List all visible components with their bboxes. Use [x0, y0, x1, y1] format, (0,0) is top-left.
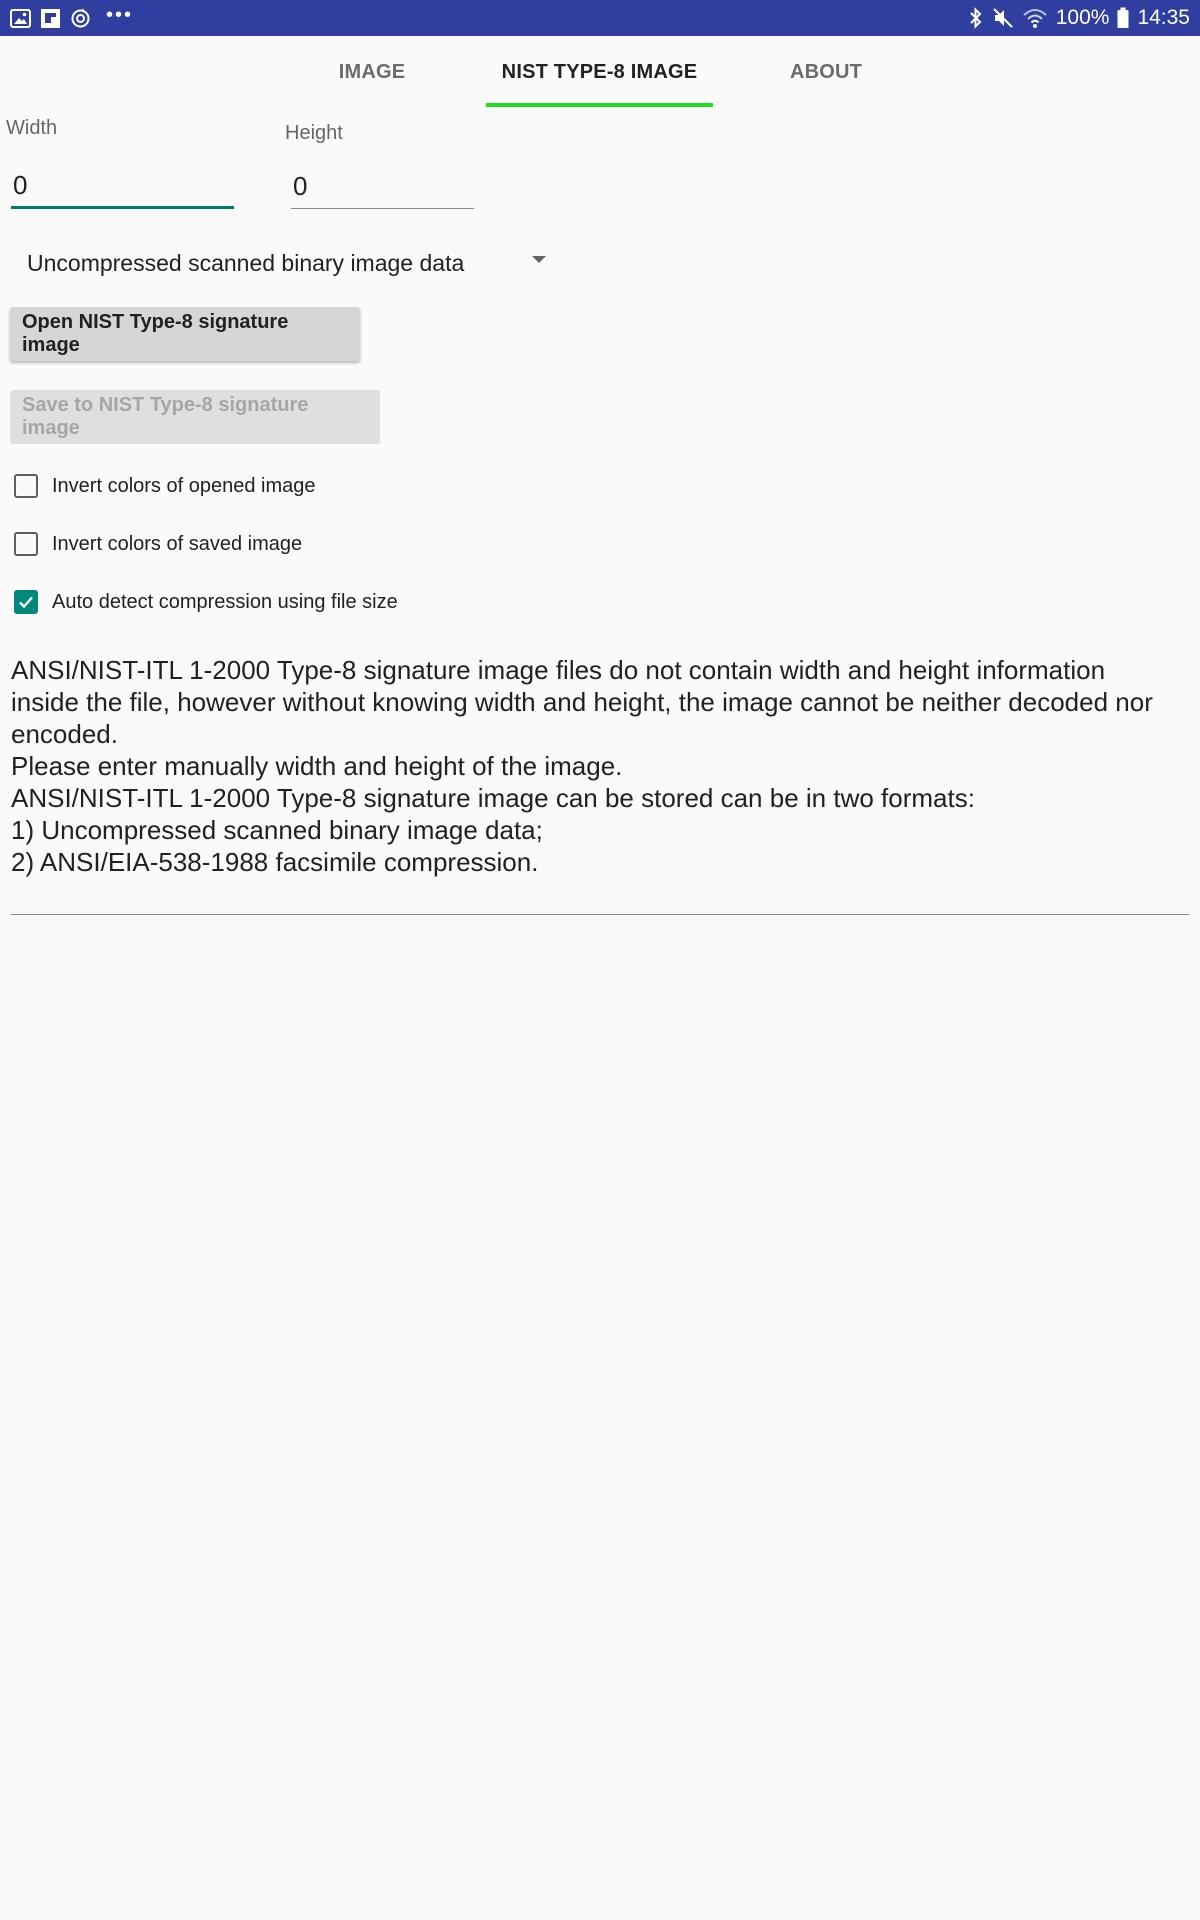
tab-about[interactable]: ABOUT	[752, 36, 900, 108]
battery-icon	[1117, 7, 1129, 28]
checkbox-unchecked-icon	[14, 532, 38, 556]
battery-percent: 100%	[1055, 6, 1110, 29]
checkbox-unchecked-icon	[14, 474, 38, 498]
description-line: 1) Uncompressed scanned binary image dat…	[11, 815, 543, 845]
active-tab-indicator	[486, 103, 713, 107]
gallery-icon	[10, 8, 31, 28]
compression-dropdown[interactable]: Uncompressed scanned binary image data	[12, 240, 552, 286]
tab-nist-type-8-image[interactable]: NIST TYPE-8 IMAGE	[486, 36, 713, 108]
tab-image[interactable]: IMAGE	[300, 36, 444, 108]
status-bar-system: 100% 14:35	[968, 5, 1190, 31]
open-nist-type-8-button[interactable]: Open NIST Type-8 signature image	[10, 307, 360, 361]
auto-detect-compression-label: Auto detect compression using file size	[52, 590, 398, 613]
flipboard-icon	[41, 8, 60, 28]
description-line: 2) ANSI/EIA-538-1988 facsimile compressi…	[11, 847, 539, 877]
description-line: ANSI/NIST-ITL 1-2000 Type-8 signature im…	[11, 783, 975, 813]
invert-saved-label: Invert colors of saved image	[52, 532, 303, 555]
invert-saved-checkbox[interactable]: Invert colors of saved image	[14, 529, 302, 559]
clock: 14:35	[1137, 6, 1190, 29]
width-input[interactable]	[11, 165, 234, 209]
description-line: ANSI/NIST-ITL 1-2000 Type-8 signature im…	[11, 655, 1153, 749]
invert-opened-label: Invert colors of opened image	[52, 474, 316, 497]
wifi-icon	[1023, 9, 1047, 28]
width-label: Width	[6, 117, 58, 139]
status-bar: ••• 100% 14:35	[0, 0, 1200, 36]
tab-bar: IMAGE NIST TYPE-8 IMAGE ABOUT	[0, 36, 1200, 108]
bluetooth-icon	[970, 7, 982, 29]
description-line: Please enter manually width and height o…	[11, 751, 623, 781]
sync-icon	[71, 8, 90, 27]
divider	[11, 914, 1189, 915]
invert-opened-checkbox[interactable]: Invert colors of opened image	[14, 471, 316, 501]
dropdown-arrow-icon	[532, 256, 546, 263]
checkbox-checked-icon	[14, 590, 38, 614]
compression-selected-value: Uncompressed scanned binary image data	[27, 250, 465, 276]
checkmark-icon	[19, 596, 33, 609]
status-bar-notifications: •••	[10, 4, 134, 30]
more-notifications-icon: •••	[106, 4, 134, 26]
height-label: Height	[285, 122, 343, 144]
description-text: ANSI/NIST-ITL 1-2000 Type-8 signature im…	[11, 654, 1161, 878]
mute-icon	[993, 8, 1013, 28]
auto-detect-compression-checkbox[interactable]: Auto detect compression using file size	[14, 587, 398, 617]
height-input[interactable]	[291, 165, 474, 209]
save-nist-type-8-button[interactable]: Save to NIST Type-8 signature image	[10, 390, 380, 444]
